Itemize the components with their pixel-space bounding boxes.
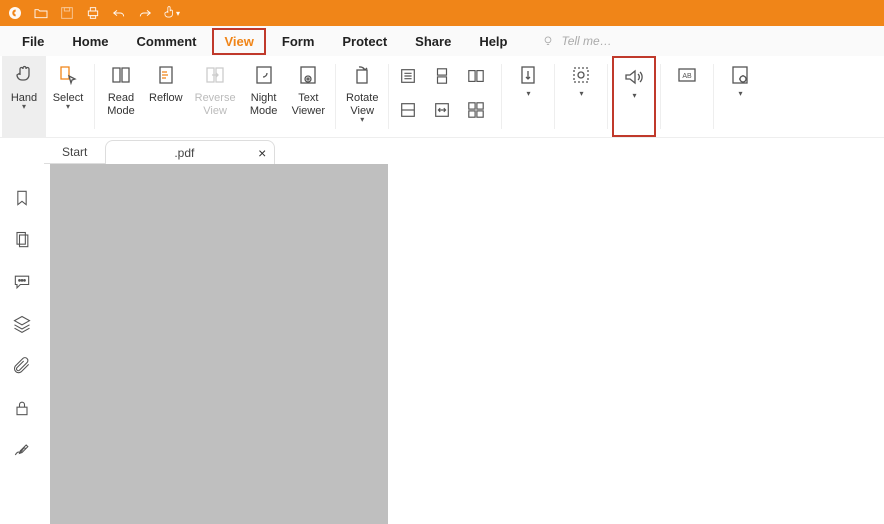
tab-pdf[interactable]: .pdf × (105, 140, 275, 164)
separator (660, 64, 661, 129)
signature-icon[interactable] (12, 440, 32, 460)
tell-me-placeholder: Tell me… (561, 34, 611, 48)
rotate-icon (349, 62, 375, 88)
quick-access-toolbar: ▾ (0, 0, 884, 26)
ribbon: Hand ▾ Select ▾ Read Mode Reflow Reverse… (0, 56, 884, 138)
reflow-label: Reflow (149, 92, 183, 105)
navigation-sidebar (0, 164, 44, 524)
layers-icon[interactable] (12, 314, 32, 334)
blank-area (388, 164, 884, 524)
caret-icon: ▾ (632, 94, 636, 99)
undo-icon[interactable] (110, 4, 128, 22)
separator (501, 64, 502, 129)
autoscroll-icon (515, 62, 541, 88)
menu-protect[interactable]: Protect (330, 28, 399, 55)
facing-icon[interactable] (465, 65, 487, 87)
page-display-group (393, 56, 497, 137)
rotate-view-button[interactable]: Rotate View ▾ (340, 56, 384, 137)
select-icon (55, 62, 81, 88)
open-icon[interactable] (32, 4, 50, 22)
separator (554, 64, 555, 129)
close-tab-icon[interactable]: × (258, 145, 266, 161)
app-logo-icon (6, 4, 24, 22)
caret-icon: ▾ (360, 118, 364, 123)
tab-label: .pdf (174, 146, 194, 160)
text-viewer-label: Text Viewer (292, 92, 325, 118)
continuous-facing-icon[interactable] (465, 99, 487, 121)
content-area (0, 164, 884, 524)
night-label: Night Mode (250, 92, 278, 118)
svg-text:AB: AB (683, 73, 693, 80)
separator (94, 64, 95, 129)
menu-file[interactable]: File (10, 28, 56, 55)
touch-mode-icon[interactable]: ▾ (162, 4, 180, 22)
book-icon (108, 62, 134, 88)
lightbulb-icon (541, 34, 555, 48)
reflow-button[interactable]: Reflow (143, 56, 189, 137)
menu-bar: File Home Comment View Form Protect Shar… (0, 26, 884, 56)
redo-icon[interactable] (136, 4, 154, 22)
select-tool-button[interactable]: Select ▾ (46, 56, 90, 137)
menu-view[interactable]: View (212, 28, 265, 55)
pages-icon[interactable] (12, 230, 32, 250)
reverse-view-button[interactable]: Reverse View (189, 56, 242, 137)
wordcount-icon: AB (674, 62, 700, 88)
night-mode-button[interactable]: Night Mode (242, 56, 286, 137)
autoscroll-button[interactable]: ▾ (506, 56, 550, 137)
separator (713, 64, 714, 129)
viewsetting-icon (727, 62, 753, 88)
separator (388, 64, 389, 129)
comments-icon[interactable] (12, 272, 32, 292)
speaker-icon (621, 64, 647, 90)
menu-share[interactable]: Share (403, 28, 463, 55)
attachment-icon[interactable] (12, 356, 32, 376)
separator (335, 64, 336, 129)
fit-width-icon[interactable] (431, 99, 453, 121)
assistant-button[interactable]: ▾ (559, 56, 603, 137)
save-icon[interactable] (58, 4, 76, 22)
menu-help[interactable]: Help (467, 28, 519, 55)
print-icon[interactable] (84, 4, 102, 22)
word-count-button[interactable]: AB (665, 56, 709, 137)
assistant-icon (568, 62, 594, 88)
hand-icon (11, 62, 37, 88)
tab-label: Start (62, 145, 87, 159)
menu-comment[interactable]: Comment (125, 28, 209, 55)
separator (607, 64, 608, 129)
text-icon (295, 62, 321, 88)
night-icon (251, 62, 277, 88)
hand-tool-button[interactable]: Hand ▾ (2, 56, 46, 137)
caret-icon: ▾ (22, 105, 26, 110)
single-page-icon[interactable] (397, 65, 419, 87)
security-icon[interactable] (12, 398, 32, 418)
fit-page-icon[interactable] (397, 99, 419, 121)
read-mode-button[interactable]: Read Mode (99, 56, 143, 137)
tell-me-search[interactable]: Tell me… (541, 34, 611, 48)
menu-home[interactable]: Home (60, 28, 120, 55)
read-mode-label: Read Mode (107, 92, 135, 118)
document-tab-bar: Start .pdf × (0, 138, 884, 164)
tab-start[interactable]: Start (44, 140, 105, 164)
caret-icon: ▾ (738, 92, 742, 97)
caret-icon: ▾ (66, 105, 70, 110)
reverse-icon (202, 62, 228, 88)
caret-icon: ▾ (579, 92, 583, 97)
bookmark-icon[interactable] (12, 188, 32, 208)
menu-form[interactable]: Form (270, 28, 327, 55)
reflow-icon (153, 62, 179, 88)
continuous-icon[interactable] (431, 65, 453, 87)
reverse-label: Reverse View (195, 92, 236, 118)
view-setting-button[interactable]: ▾ (718, 56, 762, 137)
text-viewer-button[interactable]: Text Viewer (286, 56, 331, 137)
read-aloud-button[interactable]: ▾ (612, 56, 656, 137)
document-viewport[interactable] (50, 164, 388, 524)
caret-icon: ▾ (526, 92, 530, 97)
